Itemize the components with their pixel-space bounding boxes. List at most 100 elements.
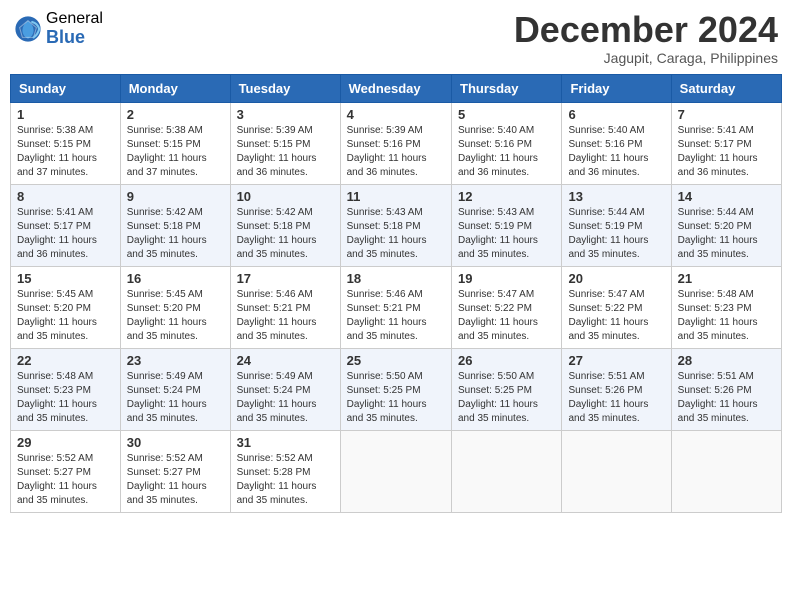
day-info: Sunrise: 5:48 AMSunset: 5:23 PMDaylight:… (17, 370, 114, 426)
header-row: Sunday Monday Tuesday Wednesday Thursday… (11, 74, 782, 102)
table-row: 26Sunrise: 5:50 AMSunset: 5:25 PMDayligh… (452, 348, 562, 430)
day-info: Sunrise: 5:42 AMSunset: 5:18 PMDaylight:… (127, 206, 224, 262)
table-row: 12 Sunrise: 5:43 AMSunset: 5:19 PMDayligh… (452, 184, 562, 266)
day-info: Sunrise: 5:41 AMSunset: 5:17 PMDaylight:… (17, 206, 114, 262)
col-sunday: Sunday (11, 74, 121, 102)
col-wednesday: Wednesday (340, 74, 451, 102)
calendar-row: 8 Sunrise: 5:41 AMSunset: 5:17 PMDaylight… (11, 184, 782, 266)
table-row: 5 Sunrise: 5:40 AMSunset: 5:16 PMDaylight… (452, 102, 562, 184)
table-row: 13Sunrise: 5:44 AMSunset: 5:19 PMDayligh… (562, 184, 671, 266)
table-row: 22 Sunrise: 5:48 AMSunset: 5:23 PMDayligh… (11, 348, 121, 430)
day-number: 21 (678, 271, 775, 286)
day-info: Sunrise: 5:45 AMSunset: 5:20 PMDaylight:… (127, 288, 224, 344)
day-number: 10 (237, 189, 334, 204)
day-number: 18 (347, 271, 445, 286)
table-row: 21Sunrise: 5:48 AMSunset: 5:23 PMDayligh… (671, 266, 781, 348)
day-info: Sunrise: 5:39 AMSunset: 5:15 PMDaylight:… (237, 124, 334, 180)
day-info: Sunrise: 5:39 AMSunset: 5:16 PMDaylight:… (347, 124, 445, 180)
logo: General Blue (14, 10, 103, 47)
day-number: 20 (568, 271, 664, 286)
day-info: Sunrise: 5:49 AMSunset: 5:24 PMDaylight:… (237, 370, 334, 426)
day-info: Sunrise: 5:50 AMSunset: 5:25 PMDaylight:… (347, 370, 445, 426)
day-number: 7 (678, 107, 775, 122)
day-number: 8 (17, 189, 114, 204)
day-info: Sunrise: 5:52 AMSunset: 5:28 PMDaylight:… (237, 452, 334, 508)
day-info: Sunrise: 5:47 AMSunset: 5:22 PMDaylight:… (458, 288, 555, 344)
table-row: 9 Sunrise: 5:42 AMSunset: 5:18 PMDaylight… (120, 184, 230, 266)
day-info: Sunrise: 5:46 AMSunset: 5:21 PMDaylight:… (347, 288, 445, 344)
col-thursday: Thursday (452, 74, 562, 102)
day-info: Sunrise: 5:44 AMSunset: 5:20 PMDaylight:… (678, 206, 775, 262)
logo-general: General (46, 10, 103, 28)
table-row (340, 430, 451, 512)
table-row (562, 430, 671, 512)
day-info: Sunrise: 5:52 AMSunset: 5:27 PMDaylight:… (17, 452, 114, 508)
day-info: Sunrise: 5:40 AMSunset: 5:16 PMDaylight:… (458, 124, 555, 180)
day-info: Sunrise: 5:52 AMSunset: 5:27 PMDaylight:… (127, 452, 224, 508)
logo-blue: Blue (46, 28, 103, 48)
table-row: 11Sunrise: 5:43 AMSunset: 5:18 PMDayligh… (340, 184, 451, 266)
table-row: 8 Sunrise: 5:41 AMSunset: 5:17 PMDaylight… (11, 184, 121, 266)
title-section: December 2024 Jagupit, Caraga, Philippin… (514, 10, 778, 66)
day-info: Sunrise: 5:38 AMSunset: 5:15 PMDaylight:… (17, 124, 114, 180)
calendar-table: Sunday Monday Tuesday Wednesday Thursday… (10, 74, 782, 513)
day-info: Sunrise: 5:43 AMSunset: 5:18 PMDaylight:… (347, 206, 445, 262)
calendar-row: 15Sunrise: 5:45 AMSunset: 5:20 PMDayligh… (11, 266, 782, 348)
day-number: 30 (127, 435, 224, 450)
table-row (452, 430, 562, 512)
day-number: 24 (237, 353, 334, 368)
day-info: Sunrise: 5:46 AMSunset: 5:21 PMDaylight:… (237, 288, 334, 344)
day-info: Sunrise: 5:50 AMSunset: 5:25 PMDaylight:… (458, 370, 555, 426)
table-row: 31 Sunrise: 5:52 AMSunset: 5:28 PMDayligh… (230, 430, 340, 512)
day-number: 12 (458, 189, 555, 204)
table-row: 3 Sunrise: 5:39 AMSunset: 5:15 PMDaylight… (230, 102, 340, 184)
day-number: 23 (127, 353, 224, 368)
day-info: Sunrise: 5:51 AMSunset: 5:26 PMDaylight:… (678, 370, 775, 426)
table-row: 15Sunrise: 5:45 AMSunset: 5:20 PMDayligh… (11, 266, 121, 348)
day-info: Sunrise: 5:43 AMSunset: 5:19 PMDaylight:… (458, 206, 555, 262)
day-info: Sunrise: 5:45 AMSunset: 5:20 PMDaylight:… (17, 288, 114, 344)
day-info: Sunrise: 5:49 AMSunset: 5:24 PMDaylight:… (127, 370, 224, 426)
table-row: 18 Sunrise: 5:46 AMSunset: 5:21 PMDayligh… (340, 266, 451, 348)
table-row: 6Sunrise: 5:40 AMSunset: 5:16 PMDaylight… (562, 102, 671, 184)
day-number: 9 (127, 189, 224, 204)
col-tuesday: Tuesday (230, 74, 340, 102)
day-number: 25 (347, 353, 445, 368)
logo-text: General Blue (46, 10, 103, 47)
table-row: 4Sunrise: 5:39 AMSunset: 5:16 PMDaylight… (340, 102, 451, 184)
day-number: 27 (568, 353, 664, 368)
day-number: 28 (678, 353, 775, 368)
table-row: 16Sunrise: 5:45 AMSunset: 5:20 PMDayligh… (120, 266, 230, 348)
col-saturday: Saturday (671, 74, 781, 102)
table-row: 1Sunrise: 5:38 AMSunset: 5:15 PMDaylight… (11, 102, 121, 184)
calendar-row: 1Sunrise: 5:38 AMSunset: 5:15 PMDaylight… (11, 102, 782, 184)
day-number: 5 (458, 107, 555, 122)
day-number: 2 (127, 107, 224, 122)
table-row (671, 430, 781, 512)
table-row: 29 Sunrise: 5:52 AMSunset: 5:27 PMDayligh… (11, 430, 121, 512)
logo-icon (14, 15, 42, 43)
table-row: 2 Sunrise: 5:38 AMSunset: 5:15 PMDaylight… (120, 102, 230, 184)
day-info: Sunrise: 5:51 AMSunset: 5:26 PMDaylight:… (568, 370, 664, 426)
table-row: 28 Sunrise: 5:51 AMSunset: 5:26 PMDayligh… (671, 348, 781, 430)
day-number: 19 (458, 271, 555, 286)
day-info: Sunrise: 5:41 AMSunset: 5:17 PMDaylight:… (678, 124, 775, 180)
day-number: 17 (237, 271, 334, 286)
day-info: Sunrise: 5:40 AMSunset: 5:16 PMDaylight:… (568, 124, 664, 180)
day-number: 29 (17, 435, 114, 450)
table-row: 14Sunrise: 5:44 AMSunset: 5:20 PMDayligh… (671, 184, 781, 266)
table-row: 19 Sunrise: 5:47 AMSunset: 5:22 PMDayligh… (452, 266, 562, 348)
table-row: 24 Sunrise: 5:49 AMSunset: 5:24 PMDayligh… (230, 348, 340, 430)
location-subtitle: Jagupit, Caraga, Philippines (514, 50, 778, 66)
day-number: 22 (17, 353, 114, 368)
table-row: 17 Sunrise: 5:46 AMSunset: 5:21 PMDayligh… (230, 266, 340, 348)
day-info: Sunrise: 5:38 AMSunset: 5:15 PMDaylight:… (127, 124, 224, 180)
calendar-row: 29 Sunrise: 5:52 AMSunset: 5:27 PMDayligh… (11, 430, 782, 512)
table-row: 25 Sunrise: 5:50 AMSunset: 5:25 PMDayligh… (340, 348, 451, 430)
day-number: 31 (237, 435, 334, 450)
table-row: 27 Sunrise: 5:51 AMSunset: 5:26 PMDayligh… (562, 348, 671, 430)
day-number: 3 (237, 107, 334, 122)
table-row: 30 Sunrise: 5:52 AMSunset: 5:27 PMDayligh… (120, 430, 230, 512)
month-title: December 2024 (514, 10, 778, 50)
day-info: Sunrise: 5:44 AMSunset: 5:19 PMDaylight:… (568, 206, 664, 262)
